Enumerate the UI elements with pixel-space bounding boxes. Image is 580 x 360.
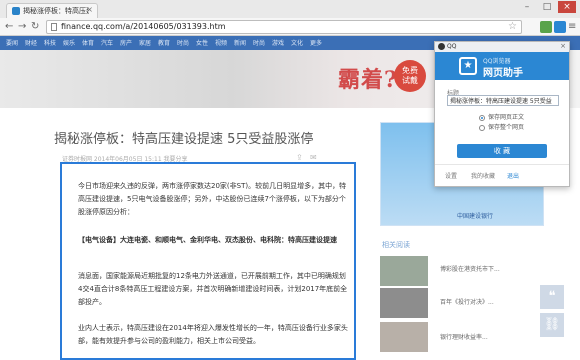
radio-unchecked-icon[interactable] <box>479 124 485 131</box>
menu-icon[interactable]: ≡ <box>568 21 578 33</box>
site-nav-item[interactable]: 要闻 <box>6 38 18 47</box>
link-icon[interactable]: ⛓ <box>540 313 564 337</box>
browser-tab[interactable]: 揭秘涨停板：特高压建设... × <box>6 3 98 18</box>
site-nav-item[interactable]: 体育 <box>82 38 94 47</box>
site-nav-item[interactable]: 新闻 <box>234 38 246 47</box>
site-nav-item[interactable]: 房产 <box>120 38 132 47</box>
tab-title: 揭秘涨停板：特高压建设... <box>23 7 89 15</box>
logout-link[interactable]: 退出 <box>507 171 519 180</box>
title-field[interactable] <box>447 95 559 106</box>
bookmark-star-icon[interactable]: ☆ <box>508 21 517 32</box>
article-paragraph-heading: 【电气设备】大连电瓷、和顺电气、金利华电、双杰股份、电科院：特高压建设提速 <box>78 236 337 244</box>
address-bar[interactable]: finance.qq.com/a/20140605/031393.htm ☆ <box>46 20 522 34</box>
option-save-page[interactable]: 保存整个网页 <box>479 122 524 131</box>
related-reading-heading: 相关阅读 <box>382 241 410 249</box>
radio-checked-icon[interactable] <box>479 114 485 121</box>
site-nav-item[interactable]: 娱乐 <box>63 38 75 47</box>
forward-arrow-icon[interactable]: → <box>18 21 26 33</box>
site-nav-item[interactable]: 更多 <box>310 38 322 47</box>
star-logo-icon: ★ <box>459 57 477 75</box>
option-save-body[interactable]: 保存网页正文 <box>479 112 524 121</box>
site-nav-item[interactable]: 游戏 <box>272 38 284 47</box>
site-nav-item[interactable]: 教育 <box>158 38 170 47</box>
popup-header: QQ × <box>435 42 569 52</box>
related-link[interactable]: 银行理财收益率... <box>440 332 488 341</box>
site-nav-item[interactable]: 科技 <box>44 38 56 47</box>
account-name: QQ <box>447 43 457 50</box>
popup-brand: ★ QQ浏览器 网页助手 <box>435 52 569 80</box>
site-nav-item[interactable]: 财经 <box>25 38 37 47</box>
comment-icon[interactable]: ✉ <box>310 153 317 162</box>
popup-close-button[interactable]: × <box>560 42 566 50</box>
banner-ad-badge[interactable]: 免费 试戴 <box>394 60 426 92</box>
reload-icon[interactable]: ↻ <box>31 21 39 33</box>
page-icon <box>51 23 57 31</box>
speech-icon[interactable]: ❝ <box>540 285 564 309</box>
browser-toolbar: ← → ↻ finance.qq.com/a/20140605/031393.h… <box>0 18 580 36</box>
related-link[interactable]: 博彩股在港资托市下... <box>440 264 500 273</box>
site-nav-item[interactable]: 女性 <box>196 38 208 47</box>
share-icon[interactable]: ⇪ <box>296 153 303 162</box>
site-nav-item[interactable]: 时尚 <box>177 38 189 47</box>
popup-footer: 设置 我的收藏 退出 <box>435 164 569 186</box>
related-link[interactable]: 百年《投行对决》... <box>440 297 494 306</box>
related-thumbnail[interactable] <box>380 322 428 352</box>
back-arrow-icon[interactable]: ← <box>5 21 13 33</box>
article-paragraph: 消息面，国家能源局近期批复的12条电力外送通道，已开展前期工作，其中已明确规划4… <box>78 272 348 306</box>
article-title: 揭秘涨停板：特高压建设提速 5只受益股涨停 <box>54 132 314 147</box>
maximize-button[interactable]: □ <box>538 1 556 13</box>
article-paragraph: 今日市场迎来久违的反弹，两市涨停家数达20家(非ST)。较前几日明显增多，其中，… <box>78 182 347 216</box>
tab-bar: 揭秘涨停板：特高压建设... × – □ × <box>0 0 580 18</box>
bank-ad-label: 中国建设银行 <box>457 213 494 220</box>
site-favicon-icon <box>12 7 20 15</box>
related-thumbnail[interactable] <box>380 256 428 286</box>
tab-close-button[interactable]: × <box>86 5 93 14</box>
settings-link[interactable]: 设置 <box>445 171 457 180</box>
site-nav-item[interactable]: 时尚 <box>253 38 265 47</box>
site-nav-item[interactable]: 汽车 <box>101 38 113 47</box>
brand-title: 网页助手 <box>483 68 523 79</box>
banner-ad-text: 霸着? <box>338 67 398 93</box>
window-controls: – □ × <box>518 1 576 13</box>
minimize-button[interactable]: – <box>518 1 536 13</box>
site-nav-item[interactable]: 家居 <box>139 38 151 47</box>
article-paragraph: 业内人士表示，特高压建设在2014年将迎入爆发性增长的一年，特高压设备行业多家头… <box>78 324 348 345</box>
site-nav-item[interactable]: 视频 <box>215 38 227 47</box>
site-nav-item[interactable]: 文化 <box>291 38 303 47</box>
qq-penguin-icon <box>438 43 445 50</box>
extension-green-icon[interactable] <box>540 21 552 33</box>
web-helper-popup: QQ × ★ QQ浏览器 网页助手 标题 保存网页正文 保存整个网页 收 藏 设… <box>434 41 570 187</box>
window-close-button[interactable]: × <box>558 1 576 13</box>
collect-button[interactable]: 收 藏 <box>457 144 547 158</box>
related-thumbnail[interactable] <box>380 288 428 318</box>
my-favorites-link[interactable]: 我的收藏 <box>471 171 495 180</box>
extension-qq-helper-icon[interactable] <box>554 21 566 33</box>
url-text[interactable]: finance.qq.com/a/20140605/031393.htm <box>61 22 226 31</box>
